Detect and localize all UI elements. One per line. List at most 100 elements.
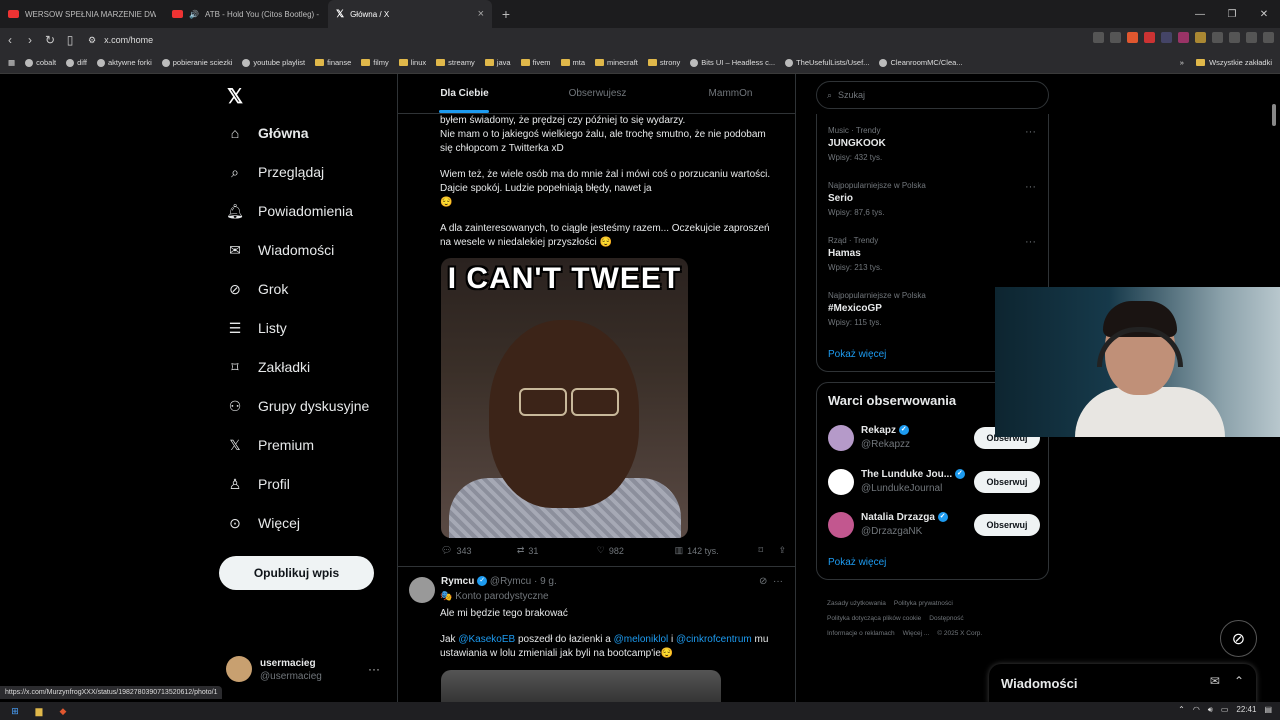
brave-shield-icon[interactable] [1127,32,1138,43]
menu-icon[interactable] [1263,32,1274,43]
site-settings-icon[interactable]: ⚙ [88,35,96,46]
battery-icon[interactable]: ▭ [1221,705,1229,715]
mention-link[interactable]: @KasekoEB [458,634,515,645]
show-more-link[interactable]: Pokaż więcej [828,557,886,568]
author-name[interactable]: Rymcu [441,576,474,587]
new-tab-button[interactable]: + [492,0,520,28]
follow-suggestion[interactable]: The Lunduke Jou... ✓ @LundukeJournal Obser… [828,467,1040,497]
bookmark-folder[interactable]: finanse [315,58,351,67]
bookmark-folder[interactable]: minecraft [595,58,638,67]
tab-wersow[interactable]: WERSOW SPEŁNIA MARZENIE DWU... [0,0,164,28]
close-window-icon[interactable]: ✕ [1248,0,1280,28]
bookmark-item[interactable]: TheUsefulLists/Usef... [785,58,869,67]
nav-more[interactable]: ⊙ Więcej [226,514,300,532]
expand-icon[interactable]: ⌃ [1234,674,1244,688]
share-button[interactable]: ⇪ [778,545,786,556]
bookmark-item[interactable]: Bits UI – Headless c... [690,58,775,67]
post-button[interactable]: Opublikuj wpis [219,556,374,590]
scrollbar-thumb[interactable] [1272,104,1276,126]
share-icon[interactable] [1110,32,1121,43]
messages-dock[interactable]: Wiadomości ✉ ⌃ [989,664,1256,704]
bookmark-folder[interactable]: mta [560,58,585,67]
nav-lists[interactable]: ☰ Listy [226,319,287,337]
bookmark-folder[interactable]: linux [398,58,426,67]
bookmark-item[interactable]: youtube playlist [242,58,305,67]
compose-message-icon[interactable]: ✉ [1210,674,1220,688]
extension-icon[interactable] [1178,32,1189,43]
views-button[interactable]: ▥ 142 tys. [675,545,759,556]
nav-messages[interactable]: ✉ Wiadomości [226,241,334,259]
bookmark-item[interactable]: cobalt [25,58,56,67]
restore-icon[interactable]: ❐ [1216,0,1248,28]
grok-fab-button[interactable]: ⊘ [1220,620,1257,657]
bookmark-folder[interactable]: filmy [361,58,389,67]
reply-button[interactable]: 💬︎ 343 [441,545,517,556]
bookmark-folder[interactable]: fivem [520,58,551,67]
more-icon[interactable]: ··· [773,576,783,587]
like-button[interactable]: ♡ 982 [597,545,675,556]
nav-bookmarks[interactable]: ⌑ Zakładki [226,358,310,376]
bookmark-item[interactable]: CleanroomMC/Clea... [879,58,963,67]
media-icon[interactable] [1246,32,1257,43]
extension-icon[interactable] [1144,32,1155,43]
trend-item[interactable]: Najpopularniejsze w Polska Serio Wpisy: 87… [828,181,926,217]
bookmark-button[interactable]: ⌑ [758,545,778,556]
show-more-link[interactable]: Pokaż więcej [828,349,886,360]
apps-icon[interactable]: ▦ [8,58,15,67]
tab-following[interactable]: Obserwujesz [531,74,664,113]
follow-suggestion[interactable]: Natalia Drzazga ✓ @DrzazgaNK Obserwuj [828,510,1040,540]
brave-browser-icon[interactable]: ◆ [54,704,72,718]
url-field[interactable]: ⚙ x.com/home [88,30,988,50]
trend-item[interactable]: Music · Trendy JUNGKOOK Wpisy: 432 tys. [828,126,886,162]
notifications-icon[interactable]: ▤ [1264,705,1272,715]
reload-icon[interactable]: ↻ [40,33,60,47]
extension-icon[interactable] [1093,32,1104,43]
tab-atb[interactable]: 🔊 ATB - Hold You (Citos Bootleg) - [164,0,328,28]
tab-x-home[interactable]: 𝕏 Główna / X × [328,0,492,28]
account-switcher[interactable]: usermacieg @usermacieg ··· [226,656,386,686]
nav-profile[interactable]: ♙ Profil [226,475,290,493]
bookmark-folder[interactable]: streamy [436,58,475,67]
clock[interactable]: 22:41 [1236,705,1256,715]
tab-for-you[interactable]: Dla Ciebie [398,74,531,113]
search-input[interactable]: ⌕ Szukaj [816,81,1049,109]
tab-list[interactable]: MammOn [664,74,795,113]
file-explorer-icon[interactable]: ▆ [30,704,48,718]
follow-button[interactable]: Obserwuj [974,471,1040,493]
bookmark-page-icon[interactable]: ▯ [60,33,80,47]
mention-link[interactable]: @cinkrofcentrum [676,634,752,645]
bookmark-folder[interactable]: strony [647,58,680,67]
mention-link[interactable]: @meloniklol [614,634,669,645]
repost-button[interactable]: ⇄ 31 [517,545,597,556]
tweet-image[interactable]: I CAN'T TWEET [441,258,688,538]
nav-explore[interactable]: ⌕ Przeglądaj [226,163,324,181]
bookmark-folder[interactable]: java [484,58,511,67]
overflow-chevron-icon[interactable]: » [1180,58,1184,67]
extension-icon[interactable] [1195,32,1206,43]
minimize-icon[interactable]: — [1184,0,1216,28]
bookmark-item[interactable]: diff [66,58,87,67]
nav-notifications[interactable]: 🔔︎ Powiadomienia [226,202,353,220]
more-icon[interactable]: ··· [1025,236,1036,248]
windows-start-icon[interactable]: ⊞ [6,704,24,718]
follow-button[interactable]: Obserwuj [974,514,1040,536]
nav-grok[interactable]: ⊘ Grok [226,280,288,298]
back-icon[interactable]: ‹ [0,33,20,47]
x-logo-icon[interactable]: 𝕏 [227,84,243,109]
puzzle-icon[interactable] [1212,32,1223,43]
more-icon[interactable]: ··· [368,662,380,676]
bookmark-item[interactable]: pobieranie sciezki [161,58,232,67]
trend-item[interactable]: Najpopularniejsze w Polska #MexicoGP Wpisy… [828,291,926,327]
wifi-icon[interactable]: ◠ [1193,705,1200,715]
more-icon[interactable]: ··· [1025,181,1036,193]
all-bookmarks[interactable]: » Wszystkie zakładki [1180,58,1272,67]
forward-icon[interactable]: › [20,33,40,47]
trend-item[interactable]: Rząd · Trendy Hamas Wpisy: 213 tys. [828,236,882,272]
avatar[interactable] [409,577,435,603]
extension-icon[interactable] [1161,32,1172,43]
grok-icon[interactable]: ⊘ [759,576,767,587]
bookmark-item[interactable]: aktywne forki [96,58,152,67]
close-tab-icon[interactable]: × [478,8,484,20]
volume-icon[interactable]: 🔊︎ [1208,705,1213,715]
nav-communities[interactable]: ⚇ Grupy dyskusyjne [226,397,370,415]
